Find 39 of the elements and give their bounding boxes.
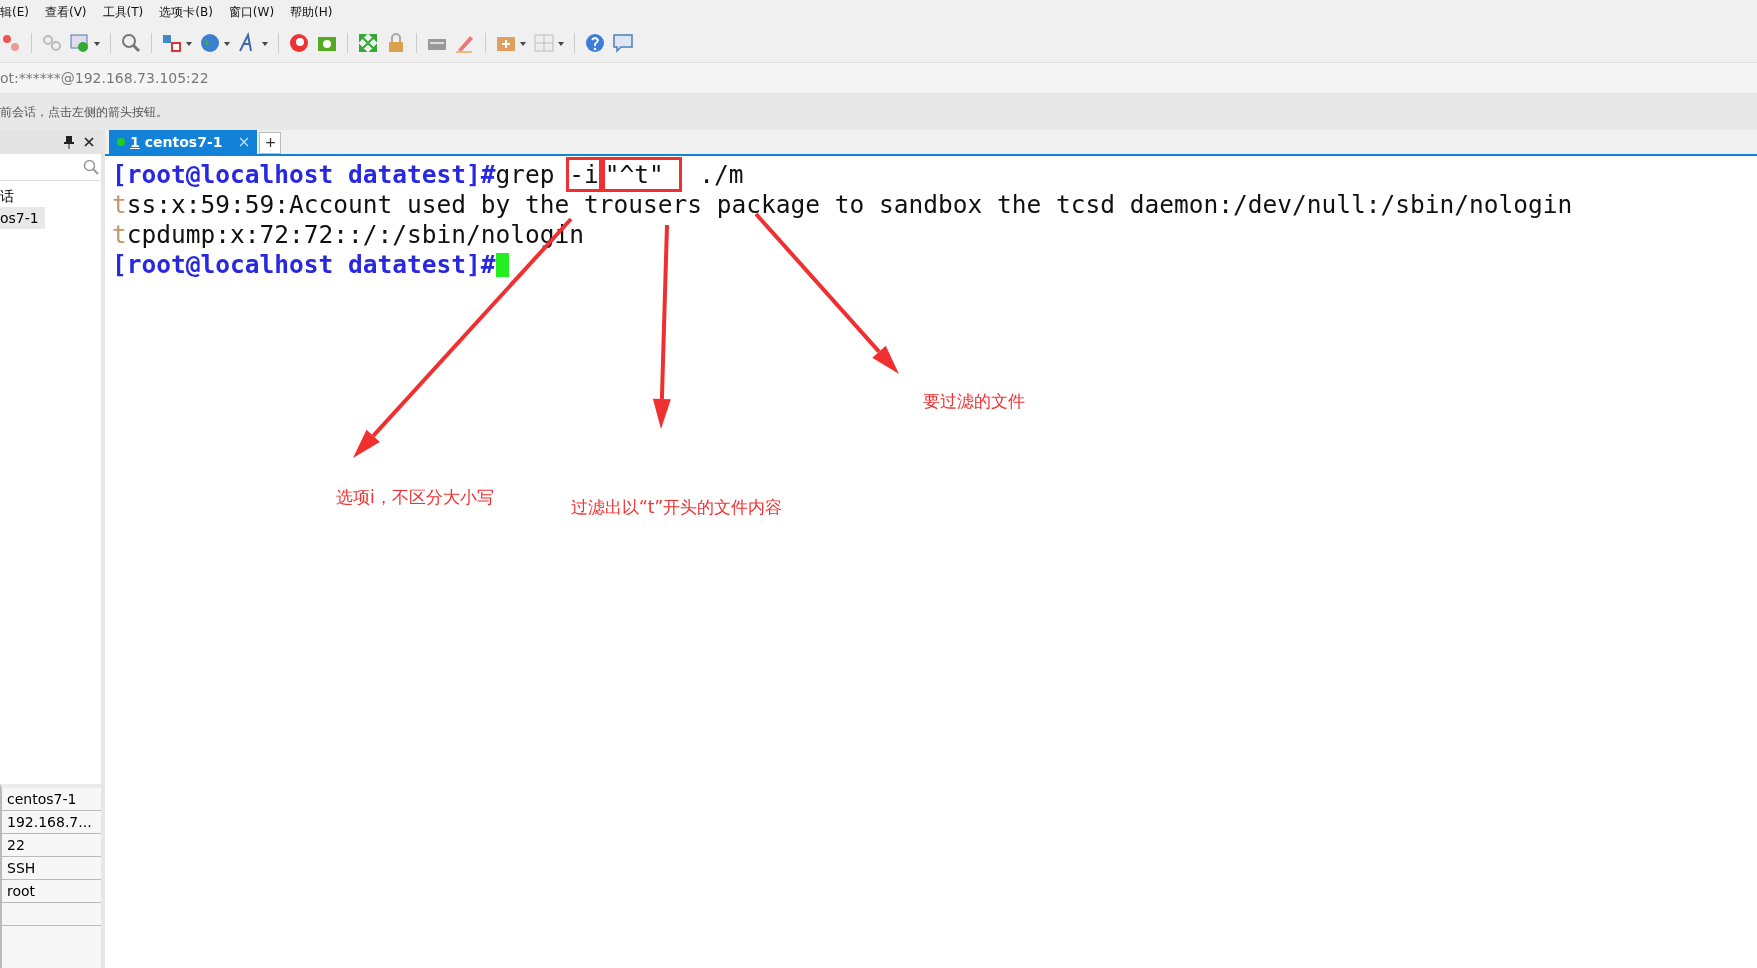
tab-label: centos7-1 bbox=[144, 134, 223, 150]
expand-icon[interactable] bbox=[357, 32, 379, 54]
terminal-text: ss:x:59:59:Account used by the trousers package to sandbox the tcsd daemon:/dev/null:/sbin/nologin bbox=[126, 190, 1573, 219]
tab-number: 1 bbox=[130, 134, 140, 150]
text-cursor bbox=[495, 253, 509, 277]
match-highlight: t bbox=[112, 220, 127, 249]
help-icon[interactable] bbox=[584, 32, 606, 54]
menu-item[interactable]: 帮助(H) bbox=[290, 3, 333, 21]
chat-icon[interactable] bbox=[612, 32, 634, 54]
session-tab[interactable]: 1 centos7-1 bbox=[109, 130, 258, 154]
terminal-text: grep bbox=[495, 160, 556, 189]
new-tab-button[interactable]: + bbox=[259, 132, 282, 154]
highlighted-argument: "^t" bbox=[604, 160, 679, 189]
menu-item[interactable]: 窗口(W) bbox=[228, 3, 275, 21]
annotation-text: 过滤出以“t”开头的文件内容 bbox=[571, 496, 783, 519]
close-icon[interactable] bbox=[83, 136, 95, 148]
terminal-text: ./m bbox=[698, 160, 744, 189]
shell-prompt: [root@localhost datatest]# bbox=[112, 250, 496, 279]
transfer-icon[interactable] bbox=[161, 32, 183, 54]
highlighted-argument: -i bbox=[569, 160, 599, 189]
menu-item[interactable]: 工具(T) bbox=[102, 3, 144, 21]
info-text: 前会话，点击左侧的箭头按钮。 bbox=[0, 103, 168, 121]
globe-icon[interactable] bbox=[199, 32, 221, 54]
link-icon[interactable] bbox=[41, 32, 63, 54]
pin-icon[interactable] bbox=[63, 135, 75, 149]
annotation-text: 选项i，不区分大小写 bbox=[336, 486, 494, 509]
menu-item[interactable]: 查看(V) bbox=[44, 3, 87, 21]
menu-item[interactable]: 辑(E) bbox=[0, 3, 29, 21]
tree-item[interactable]: os7-1 bbox=[0, 207, 45, 229]
search-icon[interactable] bbox=[83, 159, 99, 175]
menu-item[interactable]: 选项卡(B) bbox=[159, 3, 213, 21]
match-highlight: t bbox=[112, 190, 127, 219]
search-field[interactable] bbox=[0, 154, 101, 181]
tree-item[interactable]: 话 bbox=[0, 185, 20, 207]
address-field[interactable]: ot:******@192.168.73.105:22 bbox=[0, 62, 1757, 94]
annotation-text: 要过滤的文件 bbox=[923, 390, 1025, 413]
search-icon[interactable] bbox=[120, 32, 142, 54]
sessions-icon[interactable] bbox=[0, 32, 22, 54]
shell-prompt: [root@localhost datatest]# bbox=[112, 160, 496, 189]
